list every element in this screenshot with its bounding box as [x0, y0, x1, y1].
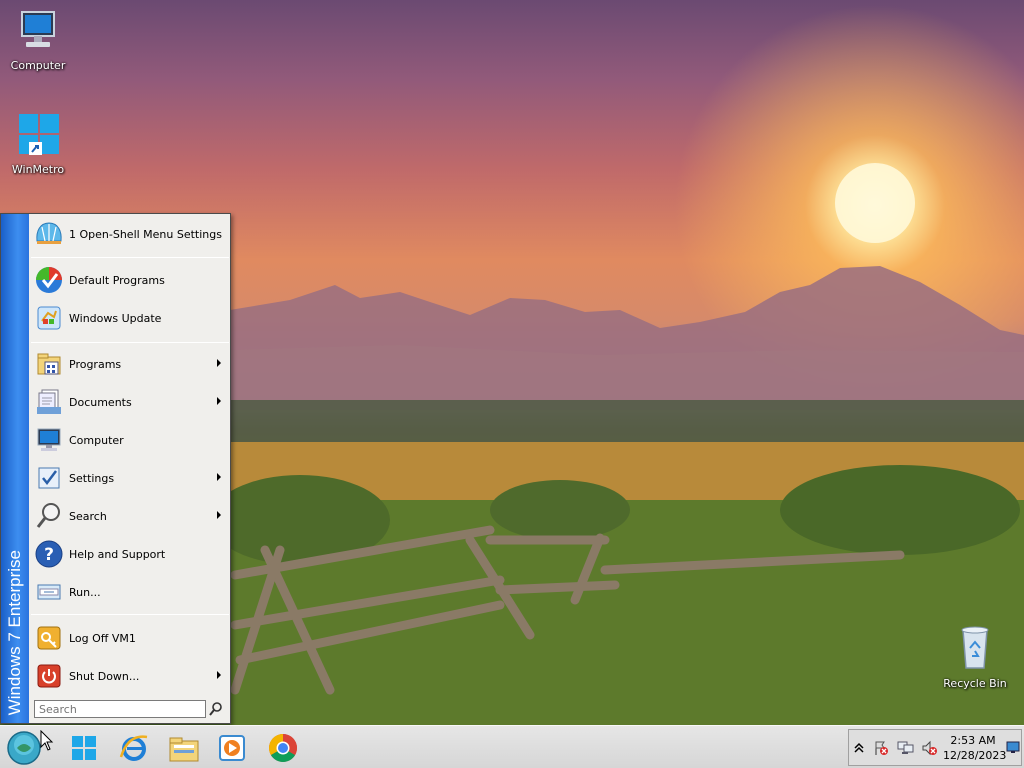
desktop-icon-winmetro[interactable]: WinMetro [0, 112, 76, 176]
menu-item-default-programs[interactable]: Default Programs [31, 262, 229, 298]
folder-icon [169, 737, 199, 762]
menu-item-log-off[interactable]: Log Off VM1 [31, 620, 229, 656]
menu-item-documents[interactable]: Documents [31, 384, 229, 420]
show-hidden-icons-chevron-icon[interactable] [853, 740, 869, 756]
menu-item-label: Search [69, 509, 107, 523]
show-desktop-icon[interactable] [1006, 738, 1020, 758]
run-icon [33, 576, 65, 608]
menu-item-search[interactable]: Search [31, 498, 229, 534]
start-orb-icon [7, 731, 41, 765]
menu-item-computer[interactable]: Computer [31, 422, 229, 458]
action-center-flag-icon[interactable] [873, 740, 889, 756]
clock-time: 2:53 AM [950, 734, 996, 747]
log-off-icon [33, 622, 65, 654]
taskbar-chrome-button[interactable] [265, 730, 301, 766]
clock[interactable]: 2:53 AM 12/28/2023 [943, 733, 1007, 763]
windows-logo-icon [72, 736, 96, 760]
system-tray: 2:53 AM 12/28/2023 [848, 729, 1022, 766]
menu-item-label: Log Off VM1 [69, 631, 136, 645]
mouse-cursor-icon [40, 730, 54, 751]
menu-item-label: Run... [69, 585, 101, 599]
menu-item-programs[interactable]: Programs [31, 346, 229, 382]
menu-separator [31, 342, 229, 343]
media-player-icon [219, 735, 245, 761]
submenu-arrow-icon [217, 397, 221, 405]
submenu-arrow-icon [217, 511, 221, 519]
windows-logo-icon [19, 114, 59, 155]
help-icon: ? [33, 538, 65, 570]
taskbar-winmetro-button[interactable] [66, 730, 102, 766]
network-icon[interactable] [897, 740, 914, 756]
computer-icon [21, 11, 55, 47]
start-menu-banner: Windows 7 Enterprise [1, 214, 29, 723]
shutdown-icon [33, 660, 65, 692]
menu-item-label: Shut Down... [69, 669, 140, 683]
start-menu-search-input[interactable] [34, 700, 206, 718]
search-button-icon[interactable] [208, 701, 224, 717]
desktop-icon-recycle-bin[interactable]: Recycle Bin [937, 624, 1013, 690]
menu-item-label: Computer [69, 433, 124, 447]
menu-item-label: Settings [69, 471, 115, 485]
menu-item-settings[interactable]: Settings [31, 460, 229, 496]
menu-item-label: Help and Support [69, 547, 166, 561]
settings-icon [33, 462, 65, 494]
svg-text:?: ? [44, 545, 54, 565]
search-icon [33, 500, 65, 532]
desktop-icon-computer[interactable]: Computer [0, 8, 76, 72]
submenu-arrow-icon [217, 473, 221, 481]
start-menu: Windows 7 Enterprise 1 Open-Shell Menu S… [0, 213, 231, 724]
menu-item-label: 1 Open-Shell Menu Settings [69, 227, 222, 241]
computer-icon [33, 424, 65, 456]
taskbar-media-player-button[interactable] [214, 730, 250, 766]
submenu-arrow-icon [217, 671, 221, 679]
menu-item-label: Programs [69, 357, 122, 371]
desktop-icon-label: WinMetro [11, 163, 65, 176]
shell-icon [33, 218, 65, 250]
taskbar: 2:53 AM 12/28/2023 [0, 725, 1024, 768]
volume-muted-icon[interactable] [921, 740, 937, 756]
menu-item-help-and-support[interactable]: ? Help and Support [31, 536, 229, 572]
menu-item-open-shell-settings[interactable]: 1 Open-Shell Menu Settings [31, 216, 229, 252]
menu-separator [31, 614, 229, 615]
default-programs-icon [33, 264, 65, 296]
desktop-icon-label: Recycle Bin [943, 677, 1007, 690]
clock-date: 12/28/2023 [943, 749, 1007, 762]
menu-item-shut-down[interactable]: Shut Down... [31, 658, 229, 694]
submenu-arrow-icon [217, 359, 221, 367]
start-orb-button[interactable] [6, 730, 42, 766]
start-menu-banner-text: Windows 7 Enterprise [5, 549, 24, 715]
menu-item-label: Documents [69, 395, 132, 409]
recycle-bin-icon [961, 626, 989, 669]
menu-item-windows-update[interactable]: Windows Update [31, 300, 229, 336]
menu-separator [31, 257, 229, 258]
taskbar-internet-explorer-button[interactable] [116, 730, 152, 766]
desktop-icon-label: Computer [10, 59, 66, 72]
chrome-icon [269, 734, 297, 762]
internet-explorer-icon [119, 735, 148, 761]
menu-item-label: Default Programs [69, 273, 165, 287]
taskbar-file-explorer-button[interactable] [166, 730, 202, 766]
menu-item-label: Windows Update [69, 311, 162, 325]
windows-update-icon [33, 302, 65, 334]
menu-item-run[interactable]: Run... [31, 574, 229, 610]
documents-icon [33, 386, 65, 418]
programs-icon [33, 348, 65, 380]
